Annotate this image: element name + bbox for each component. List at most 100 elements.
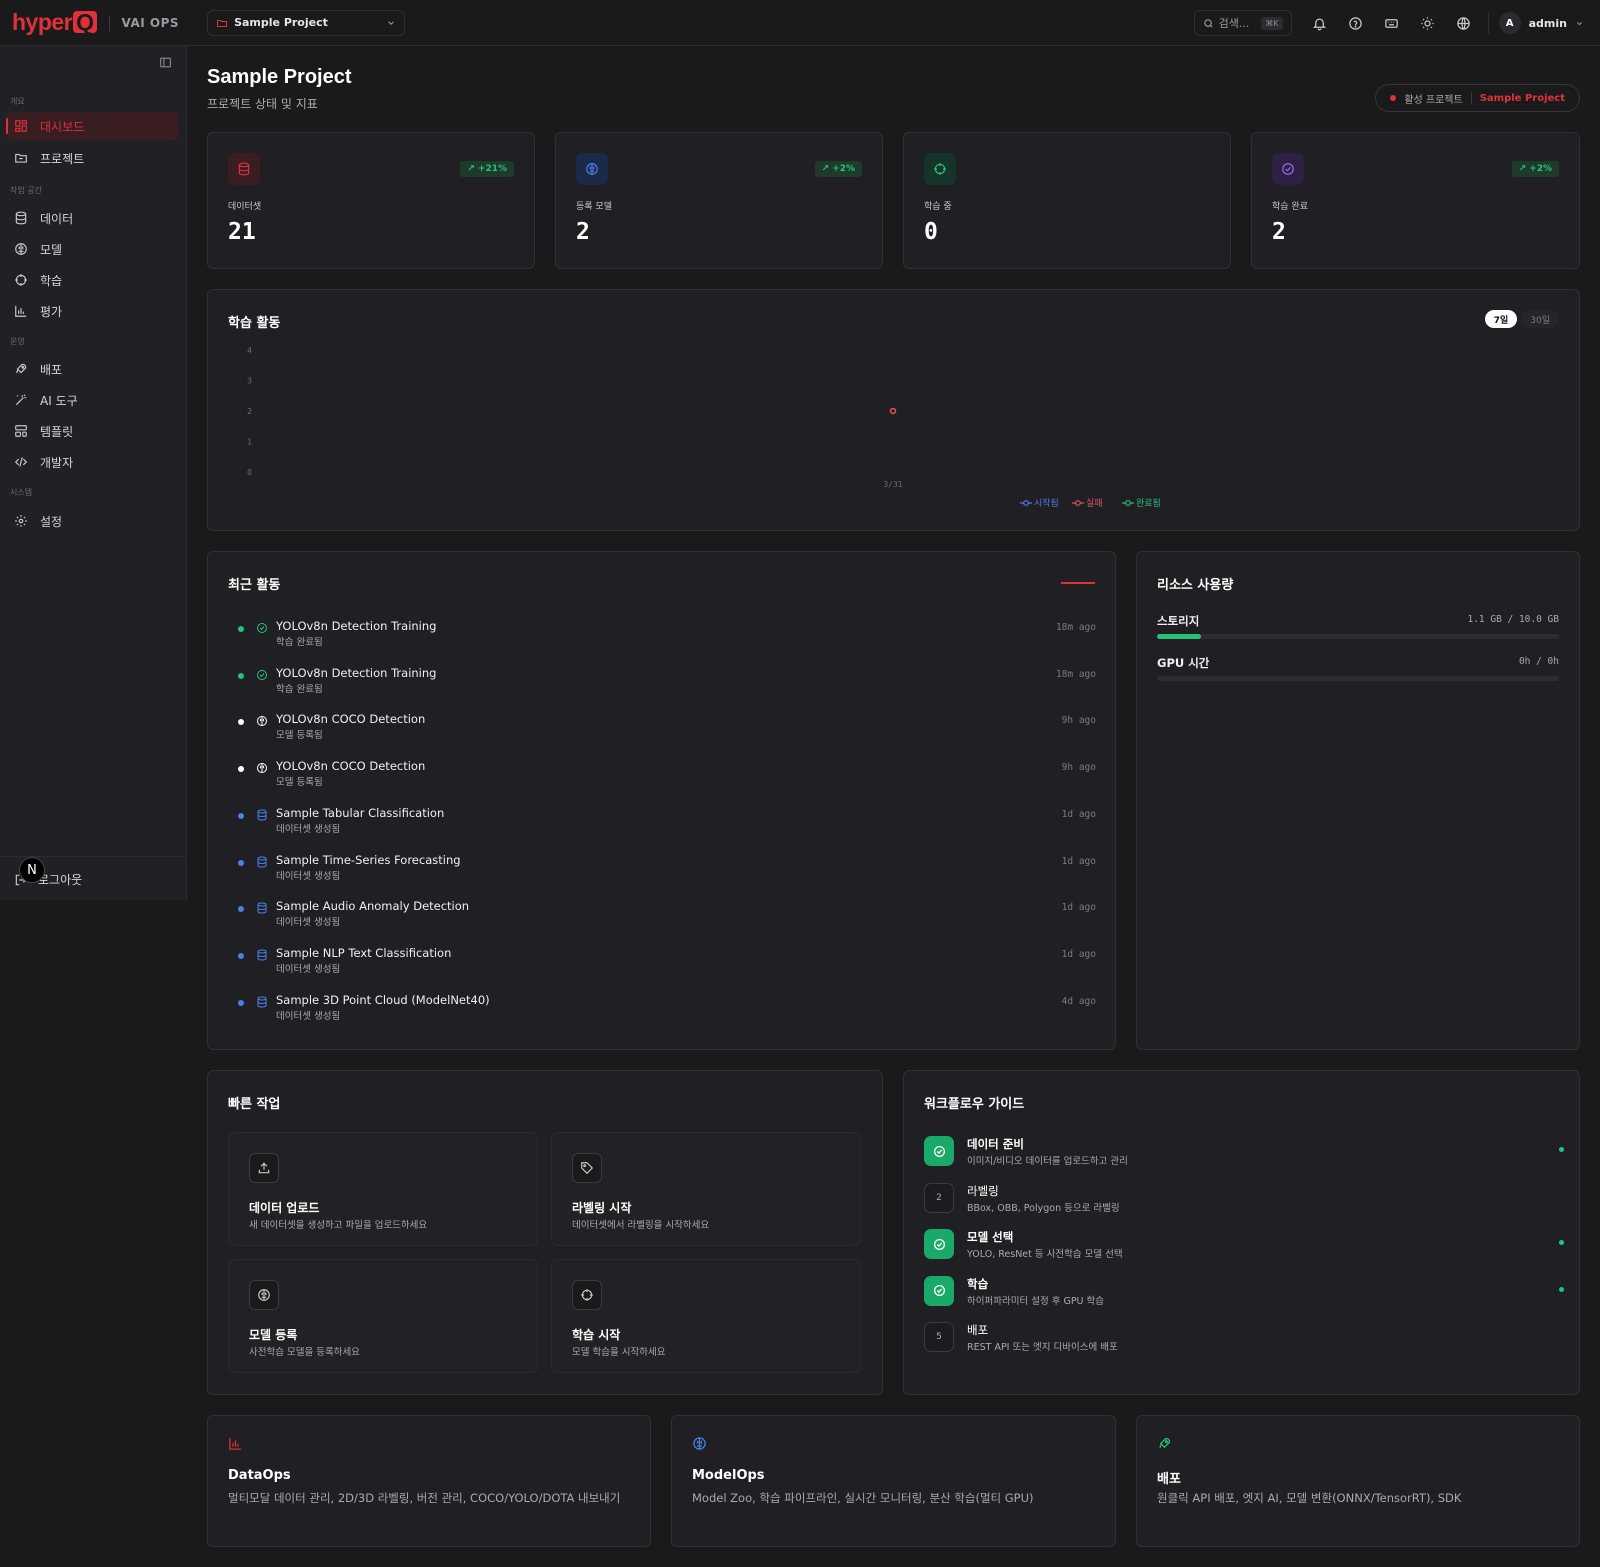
globe-icon[interactable] bbox=[1446, 10, 1482, 36]
sidebar-item-label: 프로젝트 bbox=[40, 151, 85, 166]
quick-action-title: 라벨링 시작 bbox=[572, 1201, 632, 1215]
sidebar-item-label: 개발자 bbox=[40, 455, 74, 470]
legend-label: 실패 bbox=[1086, 498, 1103, 509]
stat-label: 데이터셋 bbox=[228, 202, 262, 212]
stat-label: 학습 중 bbox=[924, 202, 952, 212]
active-project-badge[interactable]: 활성 프로젝트 Sample Project bbox=[1375, 84, 1580, 112]
activity-item[interactable]: Sample NLP Text Classification 데이터셋 생성됨 1d… bbox=[236, 940, 1096, 984]
help-icon[interactable] bbox=[1338, 10, 1374, 36]
sidebar: 개요 대시보드 프로젝트 작업 공간 데이터 모델 학습 평가 운영 배포 AI… bbox=[0, 46, 187, 900]
activity-item[interactable]: YOLOv8n Detection Training 학습 완료됨 18m ago bbox=[236, 613, 1096, 657]
sidebar-item-data[interactable]: 데이터 bbox=[6, 204, 179, 232]
feature-card-deploy[interactable]: 배포 원클릭 API 배포, 엣지 AI, 모델 변환(ONNX/TensorR… bbox=[1136, 1415, 1580, 1547]
brain-icon bbox=[256, 715, 268, 727]
rocket-icon bbox=[1157, 1436, 1172, 1451]
trend-value: +21% bbox=[477, 164, 507, 174]
target-icon bbox=[14, 273, 28, 287]
workflow-step[interactable]: 5 배포 REST API 또는 엣지 디바이스에 배포 bbox=[924, 1318, 1564, 1358]
sidebar-item-projects[interactable]: 프로젝트 bbox=[6, 144, 179, 172]
upload-data-button[interactable]: 데이터 업로드 새 데이터셋을 생성하고 파일을 업로드하세요 bbox=[228, 1132, 538, 1246]
activity-title: Sample Tabular Classification bbox=[276, 805, 445, 820]
search-icon bbox=[1203, 18, 1214, 29]
workflow-step-desc: YOLO, ResNet 등 사전학습 모델 선택 bbox=[967, 1249, 1123, 1260]
sidebar-item-templates[interactable]: 템플릿 bbox=[6, 417, 179, 445]
sidebar-item-label: 모델 bbox=[40, 242, 63, 257]
keyboard-icon[interactable] bbox=[1374, 10, 1410, 36]
trend-badge: ↗ +2% bbox=[814, 161, 862, 177]
activity-item[interactable]: YOLOv8n Detection Training 학습 완료됨 18m ago bbox=[236, 660, 1096, 704]
sidebar-item-developer[interactable]: 개발자 bbox=[6, 448, 179, 476]
search-shortcut: ⌘K bbox=[1261, 16, 1283, 30]
status-dot bbox=[1559, 1240, 1564, 1245]
activity-time: 9h ago bbox=[1061, 715, 1096, 727]
active-project-label: 활성 프로젝트 bbox=[1404, 94, 1463, 106]
activity-item[interactable]: Sample Tabular Classification 데이터셋 생성됨 1d … bbox=[236, 800, 1096, 844]
workflow-step[interactable]: 데이터 준비 이미지/비디오 데이터를 업로드하고 관리 bbox=[924, 1132, 1564, 1172]
search-input[interactable]: 검색... ⌘K bbox=[1193, 10, 1292, 36]
n-badge[interactable]: N bbox=[19, 857, 45, 883]
y-tick-label: 3 bbox=[247, 377, 252, 386]
stat-card-models[interactable]: ↗ +2% 등록 모델 2 bbox=[555, 132, 883, 269]
activity-item[interactable]: Sample Time-Series Forecasting 데이터셋 생성됨 1d… bbox=[236, 847, 1096, 891]
activity-title: Sample Time-Series Forecasting bbox=[276, 852, 461, 867]
project-selector[interactable]: Sample Project bbox=[207, 9, 406, 36]
feature-card-modelops[interactable]: ModelOps Model Zoo, 학습 파이프라인, 실시간 모니터링, … bbox=[671, 1415, 1116, 1547]
feature-card-dataops[interactable]: DataOps 멀티모달 데이터 관리, 2D/3D 라벨링, 버전 관리, C… bbox=[207, 1415, 651, 1547]
recent-activity-card: 최근 활동 YOLOv8n Detection Training 학습 완료됨 18… bbox=[207, 551, 1116, 1050]
trend-up-icon: ↗ bbox=[1518, 164, 1527, 174]
stat-card-datasets[interactable]: ↗ +21% 데이터셋 21 bbox=[207, 132, 535, 269]
register-model-button[interactable]: 모델 등록 사전학습 모델을 등록하세요 bbox=[228, 1259, 538, 1373]
start-labeling-button[interactable]: 라벨링 시작 데이터셋에서 라벨링을 시작하세요 bbox=[551, 1132, 861, 1246]
activity-item[interactable]: Sample 3D Point Cloud (ModelNet40) 데이터셋 생… bbox=[236, 987, 1096, 1031]
status-dot bbox=[238, 952, 244, 959]
stat-card-completed[interactable]: ↗ +2% 학습 완료 2 bbox=[1251, 132, 1580, 269]
target-icon bbox=[924, 153, 956, 185]
top-bar: hyper Q VAI OPS Sample Project 검색... ⌘K A… bbox=[0, 0, 1600, 46]
trend-badge: ↗ +2% bbox=[1511, 161, 1559, 177]
quick-action-title: 데이터 업로드 bbox=[249, 1201, 320, 1215]
logo[interactable]: hyper Q bbox=[12, 9, 97, 36]
sidebar-item-evaluation[interactable]: 평가 bbox=[6, 297, 179, 325]
target-icon bbox=[572, 1280, 602, 1310]
activity-subtitle: 모델 등록됨 bbox=[276, 730, 323, 742]
activity-item[interactable]: YOLOv8n COCO Detection 모델 등록됨 9h ago bbox=[236, 753, 1096, 797]
feature-title: DataOps bbox=[228, 1468, 291, 1483]
workflow-step[interactable]: 모델 선택 YOLO, ResNet 등 사전학습 모델 선택 bbox=[924, 1225, 1564, 1265]
workflow-step[interactable]: 학습 하이퍼파라미터 설정 후 GPU 학습 bbox=[924, 1272, 1564, 1312]
status-dot bbox=[1390, 95, 1397, 101]
brain-icon bbox=[692, 1436, 707, 1451]
activity-item[interactable]: YOLOv8n COCO Detection 모델 등록됨 9h ago bbox=[236, 706, 1096, 750]
status-dot bbox=[238, 859, 244, 866]
sidebar-item-label: 대시보드 bbox=[40, 119, 85, 134]
check-circle-icon bbox=[924, 1229, 954, 1259]
stat-card-training[interactable]: 학습 중 0 bbox=[903, 132, 1231, 269]
workflow-step[interactable]: 2 라벨링 BBox, OBB, Polygon 등으로 라벨링 bbox=[924, 1179, 1564, 1219]
feature-desc: Model Zoo, 학습 파이프라인, 실시간 모니터링, 분산 학습(멀티 … bbox=[692, 1491, 1034, 1505]
sidebar-item-settings[interactable]: 설정 bbox=[6, 507, 179, 535]
brain-icon bbox=[14, 242, 28, 256]
sidebar-group-workspace: 작업 공간 bbox=[10, 186, 42, 195]
sidebar-collapse-icon[interactable] bbox=[159, 56, 172, 69]
sidebar-item-dashboard[interactable]: 대시보드 bbox=[6, 112, 179, 140]
sidebar-item-label: 배포 bbox=[40, 362, 63, 377]
sun-icon[interactable] bbox=[1410, 10, 1446, 36]
sidebar-group-overview: 개요 bbox=[10, 97, 25, 106]
sidebar-item-models[interactable]: 모델 bbox=[6, 235, 179, 263]
check-circle-icon bbox=[1272, 153, 1304, 185]
bell-icon[interactable] bbox=[1302, 10, 1338, 36]
dashboard-icon bbox=[14, 119, 28, 133]
avatar: A bbox=[1498, 12, 1521, 34]
sidebar-item-training[interactable]: 학습 bbox=[6, 266, 179, 294]
folder-icon bbox=[14, 151, 28, 165]
start-training-button[interactable]: 학습 시작 모델 학습을 시작하세요 bbox=[551, 1259, 861, 1373]
sidebar-item-ai-tools[interactable]: AI 도구 bbox=[6, 386, 179, 414]
database-icon bbox=[228, 153, 260, 185]
sidebar-item-deploy[interactable]: 배포 bbox=[6, 355, 179, 383]
status-dot bbox=[238, 672, 244, 679]
activity-item[interactable]: Sample Audio Anomaly Detection 데이터셋 생성됨 1d… bbox=[236, 893, 1096, 937]
user-menu[interactable]: A admin bbox=[1487, 12, 1584, 34]
activity-title: Sample 3D Point Cloud (ModelNet40) bbox=[276, 992, 490, 1007]
activity-subtitle: 학습 완료됨 bbox=[276, 637, 323, 648]
status-dot bbox=[238, 812, 244, 819]
activity-time: 1d ago bbox=[1061, 902, 1096, 914]
